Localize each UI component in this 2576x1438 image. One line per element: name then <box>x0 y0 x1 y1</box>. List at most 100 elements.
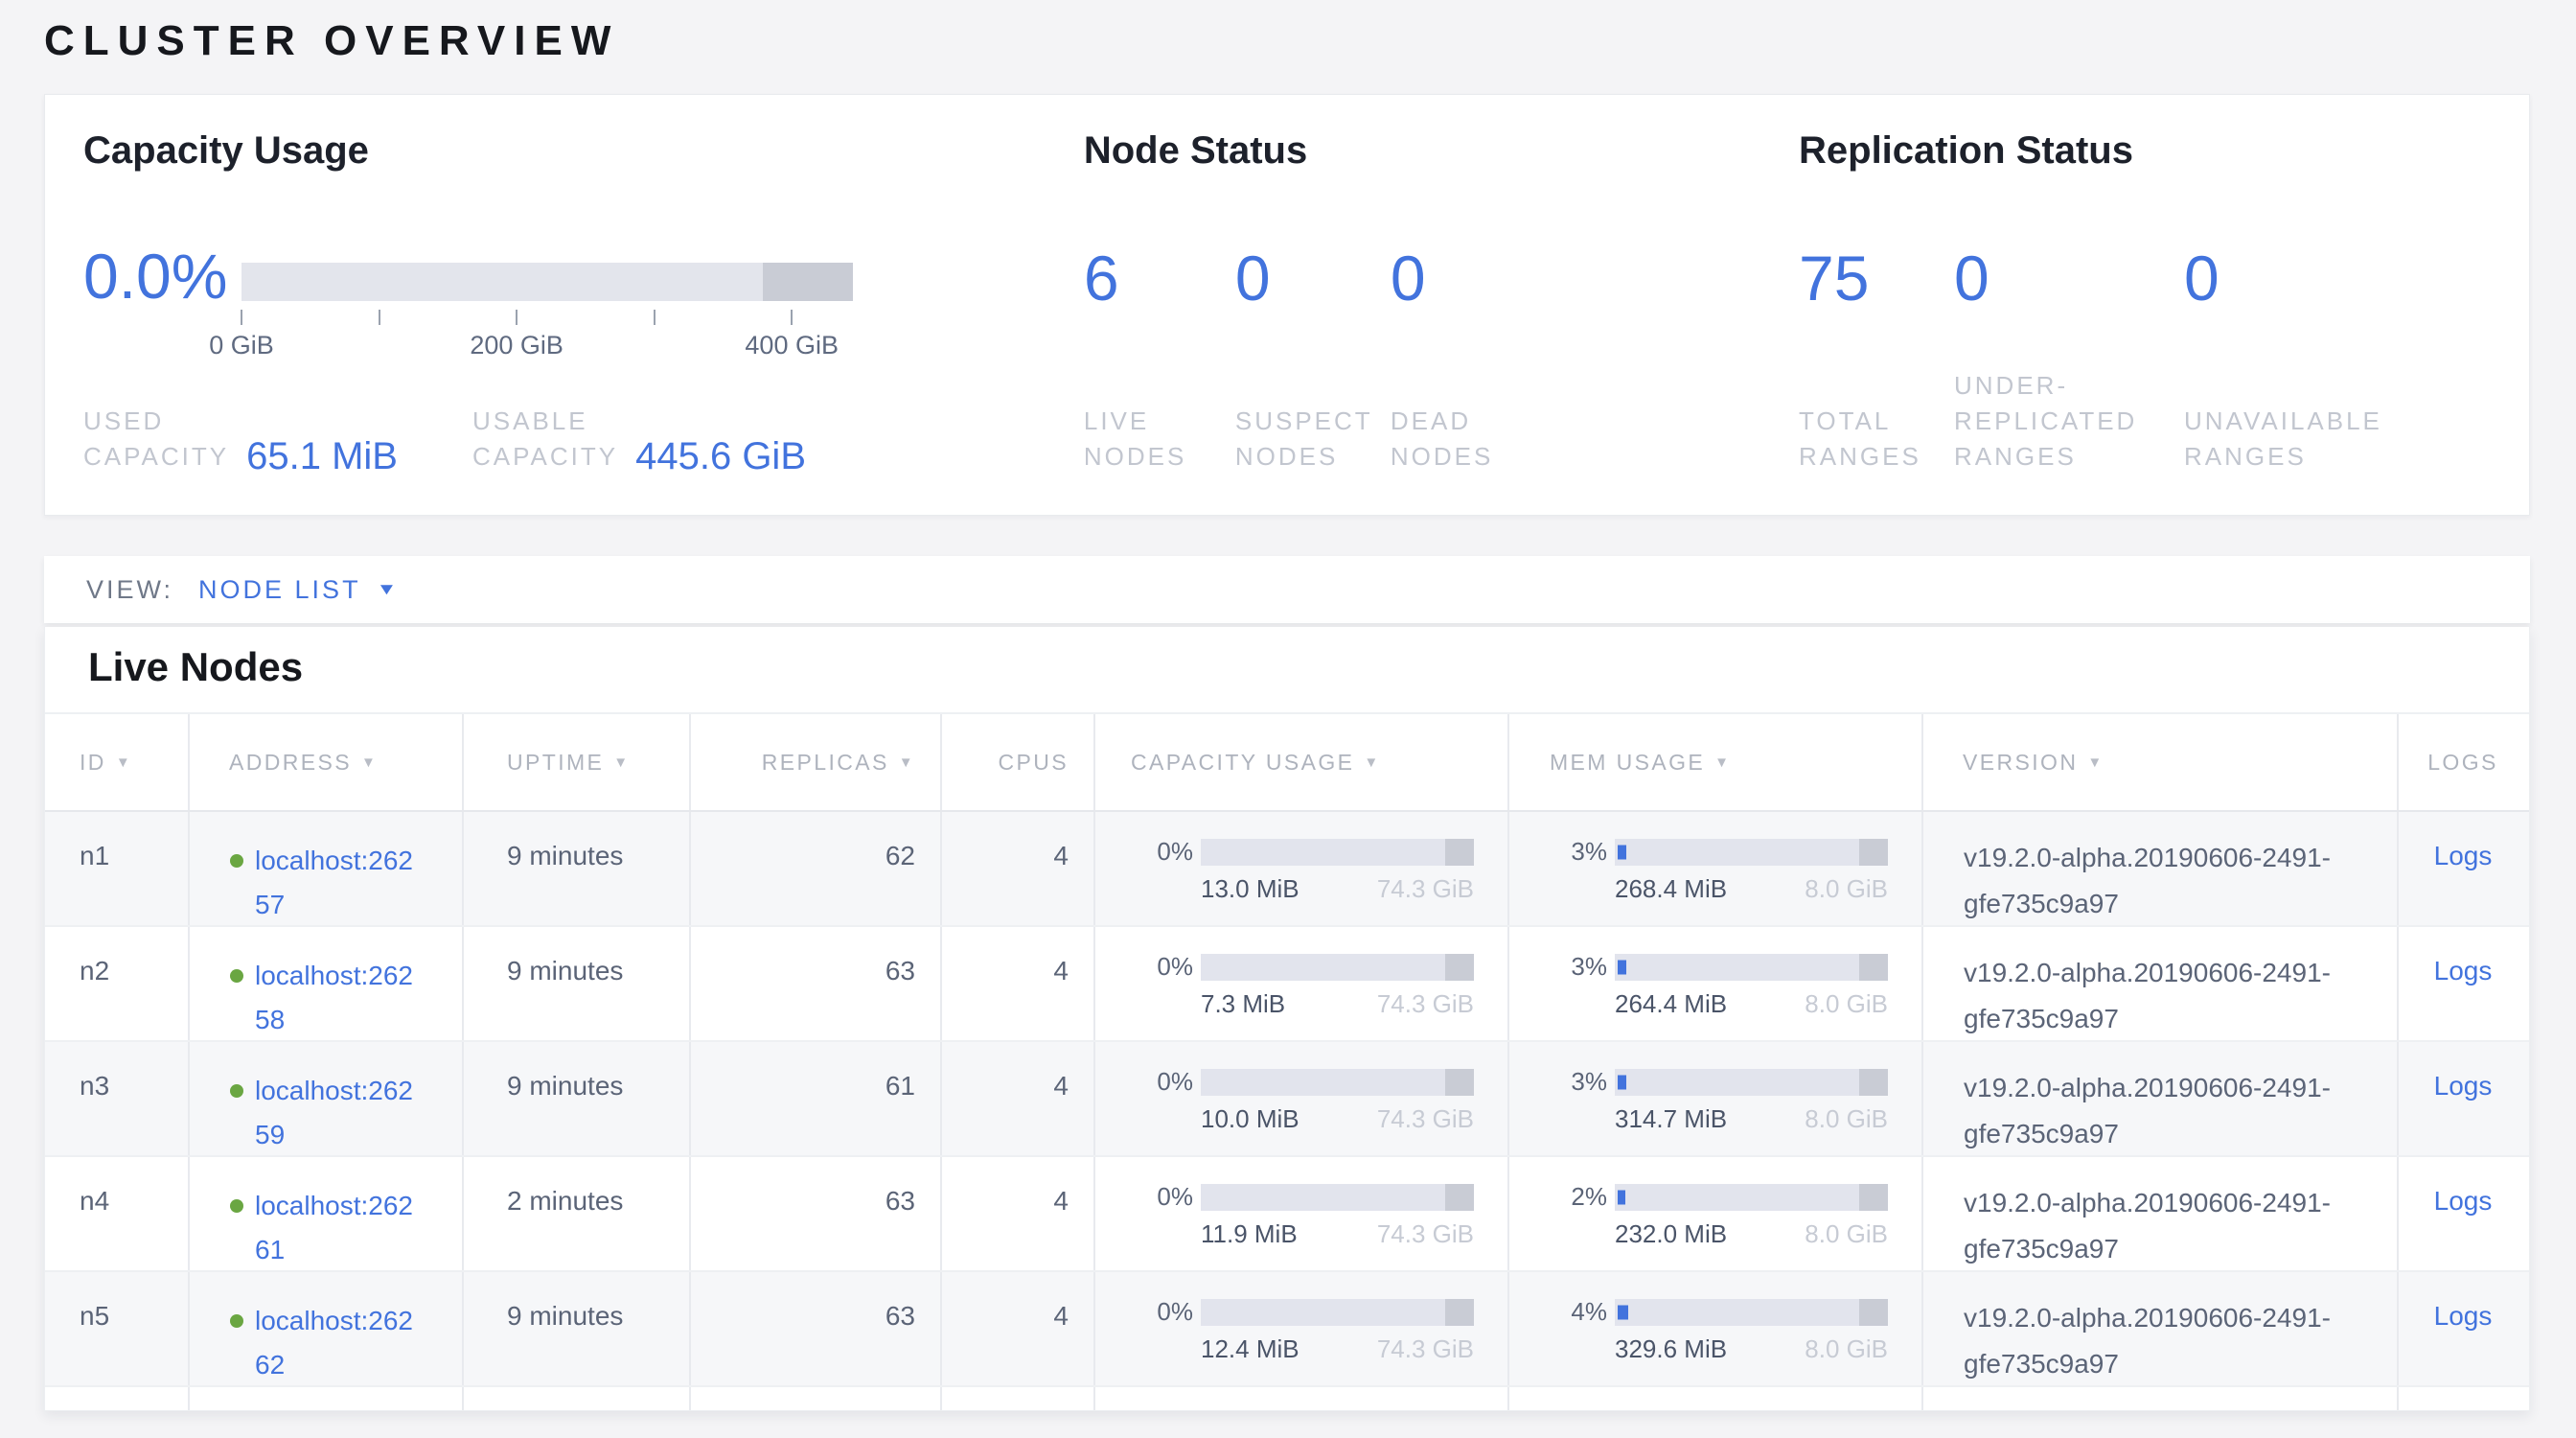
mem-usage-bar <box>1615 839 1888 866</box>
node-live-dot-icon <box>230 1199 243 1213</box>
node-status-title: Node Status <box>1084 128 1799 174</box>
logs-link[interactable]: Logs <box>2434 1186 2493 1216</box>
capacity-usage-bar <box>1201 1299 1474 1326</box>
capacity-usage-bar <box>1201 1069 1474 1096</box>
node-address-link[interactable]: localhost:26262 <box>255 1299 424 1385</box>
empty-cell <box>1509 1387 1923 1411</box>
mem-bar-used-segment <box>1618 1190 1625 1204</box>
node-address-link[interactable]: localhost:26257 <box>255 839 424 925</box>
sort-caret-icon: ▼ <box>1364 754 1380 771</box>
table-row: n2 localhost:26258 9 minutes 63 4 0% 7.3… <box>45 927 2529 1042</box>
logs-link[interactable]: Logs <box>2434 956 2493 986</box>
column-header-memory[interactable]: MEM USAGE ▼ <box>1509 714 1923 810</box>
capacity-bar-other-segment <box>1445 1069 1474 1096</box>
node-live-dot-icon <box>230 969 243 983</box>
usable-capacity-label: USABLE CAPACITY <box>472 404 618 475</box>
column-header-uptime[interactable]: UPTIME ▼ <box>464 714 691 810</box>
node-cpus-cell: 4 <box>942 812 1095 925</box>
logs-link[interactable]: Logs <box>2434 1301 2493 1331</box>
node-replicas-cell: 61 <box>691 1042 942 1155</box>
node-address-cell: localhost:26259 <box>190 1042 464 1155</box>
column-header-address[interactable]: ADDRESS ▼ <box>190 714 464 810</box>
logs-link[interactable]: Logs <box>2434 841 2493 870</box>
view-dropdown[interactable]: NODE LIST ▼ <box>198 575 394 605</box>
summary-stat-value: 0 <box>1235 244 1391 312</box>
column-header-logs: LOGS <box>2399 714 2527 810</box>
node-live-dot-icon <box>230 1084 243 1098</box>
summary-stat-value: 0 <box>2184 244 2491 312</box>
table-row: n3 localhost:26259 9 minutes 61 4 0% 10.… <box>45 1042 2529 1157</box>
axis-tick <box>516 310 518 325</box>
column-header-id[interactable]: ID ▼ <box>45 714 190 810</box>
node-id-cell: n4 <box>45 1157 190 1270</box>
node-address-cell: localhost:26257 <box>190 812 464 925</box>
node-address-link[interactable]: localhost:26259 <box>255 1069 424 1155</box>
axis-tick <box>379 310 380 325</box>
node-address-cell: localhost:26262 <box>190 1272 464 1385</box>
capacity-usage-bar <box>242 263 853 301</box>
axis-tick <box>241 310 242 325</box>
mem-bar-used-segment <box>1618 845 1626 859</box>
mem-bar-other-segment <box>1859 1069 1888 1096</box>
summary-stat-value: 75 <box>1799 244 1954 312</box>
node-capacity-usage-cell: 0% 7.3 MiB 74.3 GiB <box>1095 927 1509 1040</box>
node-capacity-usage-cell: 0% 11.9 MiB 74.3 GiB <box>1095 1157 1509 1270</box>
node-version-cell: v19.2.0-alpha.20190606-2491-gfe735c9a97 <box>1923 927 2399 1040</box>
capacity-usage-bar <box>1201 839 1474 866</box>
node-version-cell: v19.2.0-alpha.20190606-2491-gfe735c9a97 <box>1923 1272 2399 1385</box>
mem-bar-other-segment <box>1859 839 1888 866</box>
node-replicas-cell: 63 <box>691 927 942 1040</box>
node-address-cell: localhost:26261 <box>190 1157 464 1270</box>
node-address-link[interactable]: localhost:26261 <box>255 1184 424 1270</box>
used-capacity-label: USED CAPACITY <box>83 404 229 475</box>
node-capacity-usage-cell: 0% 12.4 MiB 74.3 GiB <box>1095 1272 1509 1385</box>
table-body: n1 localhost:26257 9 minutes 62 4 0% 13.… <box>45 812 2529 1411</box>
column-header-label: LOGS <box>2427 750 2498 776</box>
capacity-axis-labels: 0 GiB 200 GiB 400 GiB <box>242 331 853 361</box>
summary-stat-value: 0 <box>1391 244 1582 312</box>
summary-stat-label: DEADNODES <box>1391 404 1582 475</box>
view-selector-bar: VIEW: NODE LIST ▼ <box>44 556 2530 623</box>
column-header-label: REPLICAS <box>762 750 889 776</box>
axis-tick <box>654 310 656 325</box>
node-uptime-cell: 9 minutes <box>464 927 691 1040</box>
node-id-cell: n3 <box>45 1042 190 1155</box>
summary-stat: 75 TOTALRANGES <box>1799 244 1954 475</box>
table-row: n1 localhost:26257 9 minutes 62 4 0% 13.… <box>45 812 2529 927</box>
mem-usage-bar <box>1615 1299 1888 1326</box>
table-row: n5 localhost:26262 9 minutes 63 4 0% 12.… <box>45 1272 2529 1387</box>
summary-stat-label: SUSPECTNODES <box>1235 404 1391 475</box>
summary-stat: 0 UNAVAILABLERANGES <box>2184 244 2491 475</box>
capacity-bar-other-segment <box>1445 839 1474 866</box>
column-header-replicas[interactable]: REPLICAS ▼ <box>691 714 942 810</box>
replication-status-title: Replication Status <box>1799 128 2491 174</box>
replication-status-stats: 75 TOTALRANGES 0 UNDER-REPLICATEDRANGES … <box>1799 244 2491 475</box>
sort-caret-icon: ▼ <box>613 754 630 771</box>
node-cpus-cell: 4 <box>942 1272 1095 1385</box>
node-mem-usage-cell: 4% 329.6 MiB 8.0 GiB <box>1509 1272 1923 1385</box>
logs-link[interactable]: Logs <box>2434 1071 2493 1101</box>
column-header-label: ID <box>80 750 106 776</box>
column-header-capacity[interactable]: CAPACITY USAGE ▼ <box>1095 714 1509 810</box>
live-nodes-title: Live Nodes <box>45 627 2529 712</box>
axis-label: 0 GiB <box>209 331 274 360</box>
empty-cell <box>464 1387 691 1411</box>
node-logs-cell: Logs <box>2399 812 2527 925</box>
column-header-version[interactable]: VERSION ▼ <box>1923 714 2399 810</box>
node-mem-usage-cell: 3% 314.7 MiB 8.0 GiB <box>1509 1042 1923 1155</box>
node-capacity-usage-cell: 0% 10.0 MiB 74.3 GiB <box>1095 1042 1509 1155</box>
column-header-cpus: CPUS <box>942 714 1095 810</box>
summary-stat-label: UNAVAILABLERANGES <box>2184 404 2491 475</box>
capacity-usage-bar <box>1201 954 1474 981</box>
node-address-link[interactable]: localhost:26258 <box>255 954 424 1040</box>
used-capacity-stat: USED CAPACITY 65.1 MiB <box>83 404 472 475</box>
mem-usage-bar <box>1615 1184 1888 1211</box>
column-header-label: ADDRESS <box>229 750 352 776</box>
node-version-cell: v19.2.0-alpha.20190606-2491-gfe735c9a97 <box>1923 1157 2399 1270</box>
summary-stat-label: UNDER-REPLICATEDRANGES <box>1954 368 2184 475</box>
node-status-section: Node Status 6 LIVENODES 0 SUSPECTNODES 0… <box>1084 128 1799 475</box>
axis-label: 200 GiB <box>470 331 564 360</box>
node-cpus-cell: 4 <box>942 1157 1095 1270</box>
axis-tick <box>791 310 793 325</box>
summary-stat-value: 6 <box>1084 244 1235 312</box>
